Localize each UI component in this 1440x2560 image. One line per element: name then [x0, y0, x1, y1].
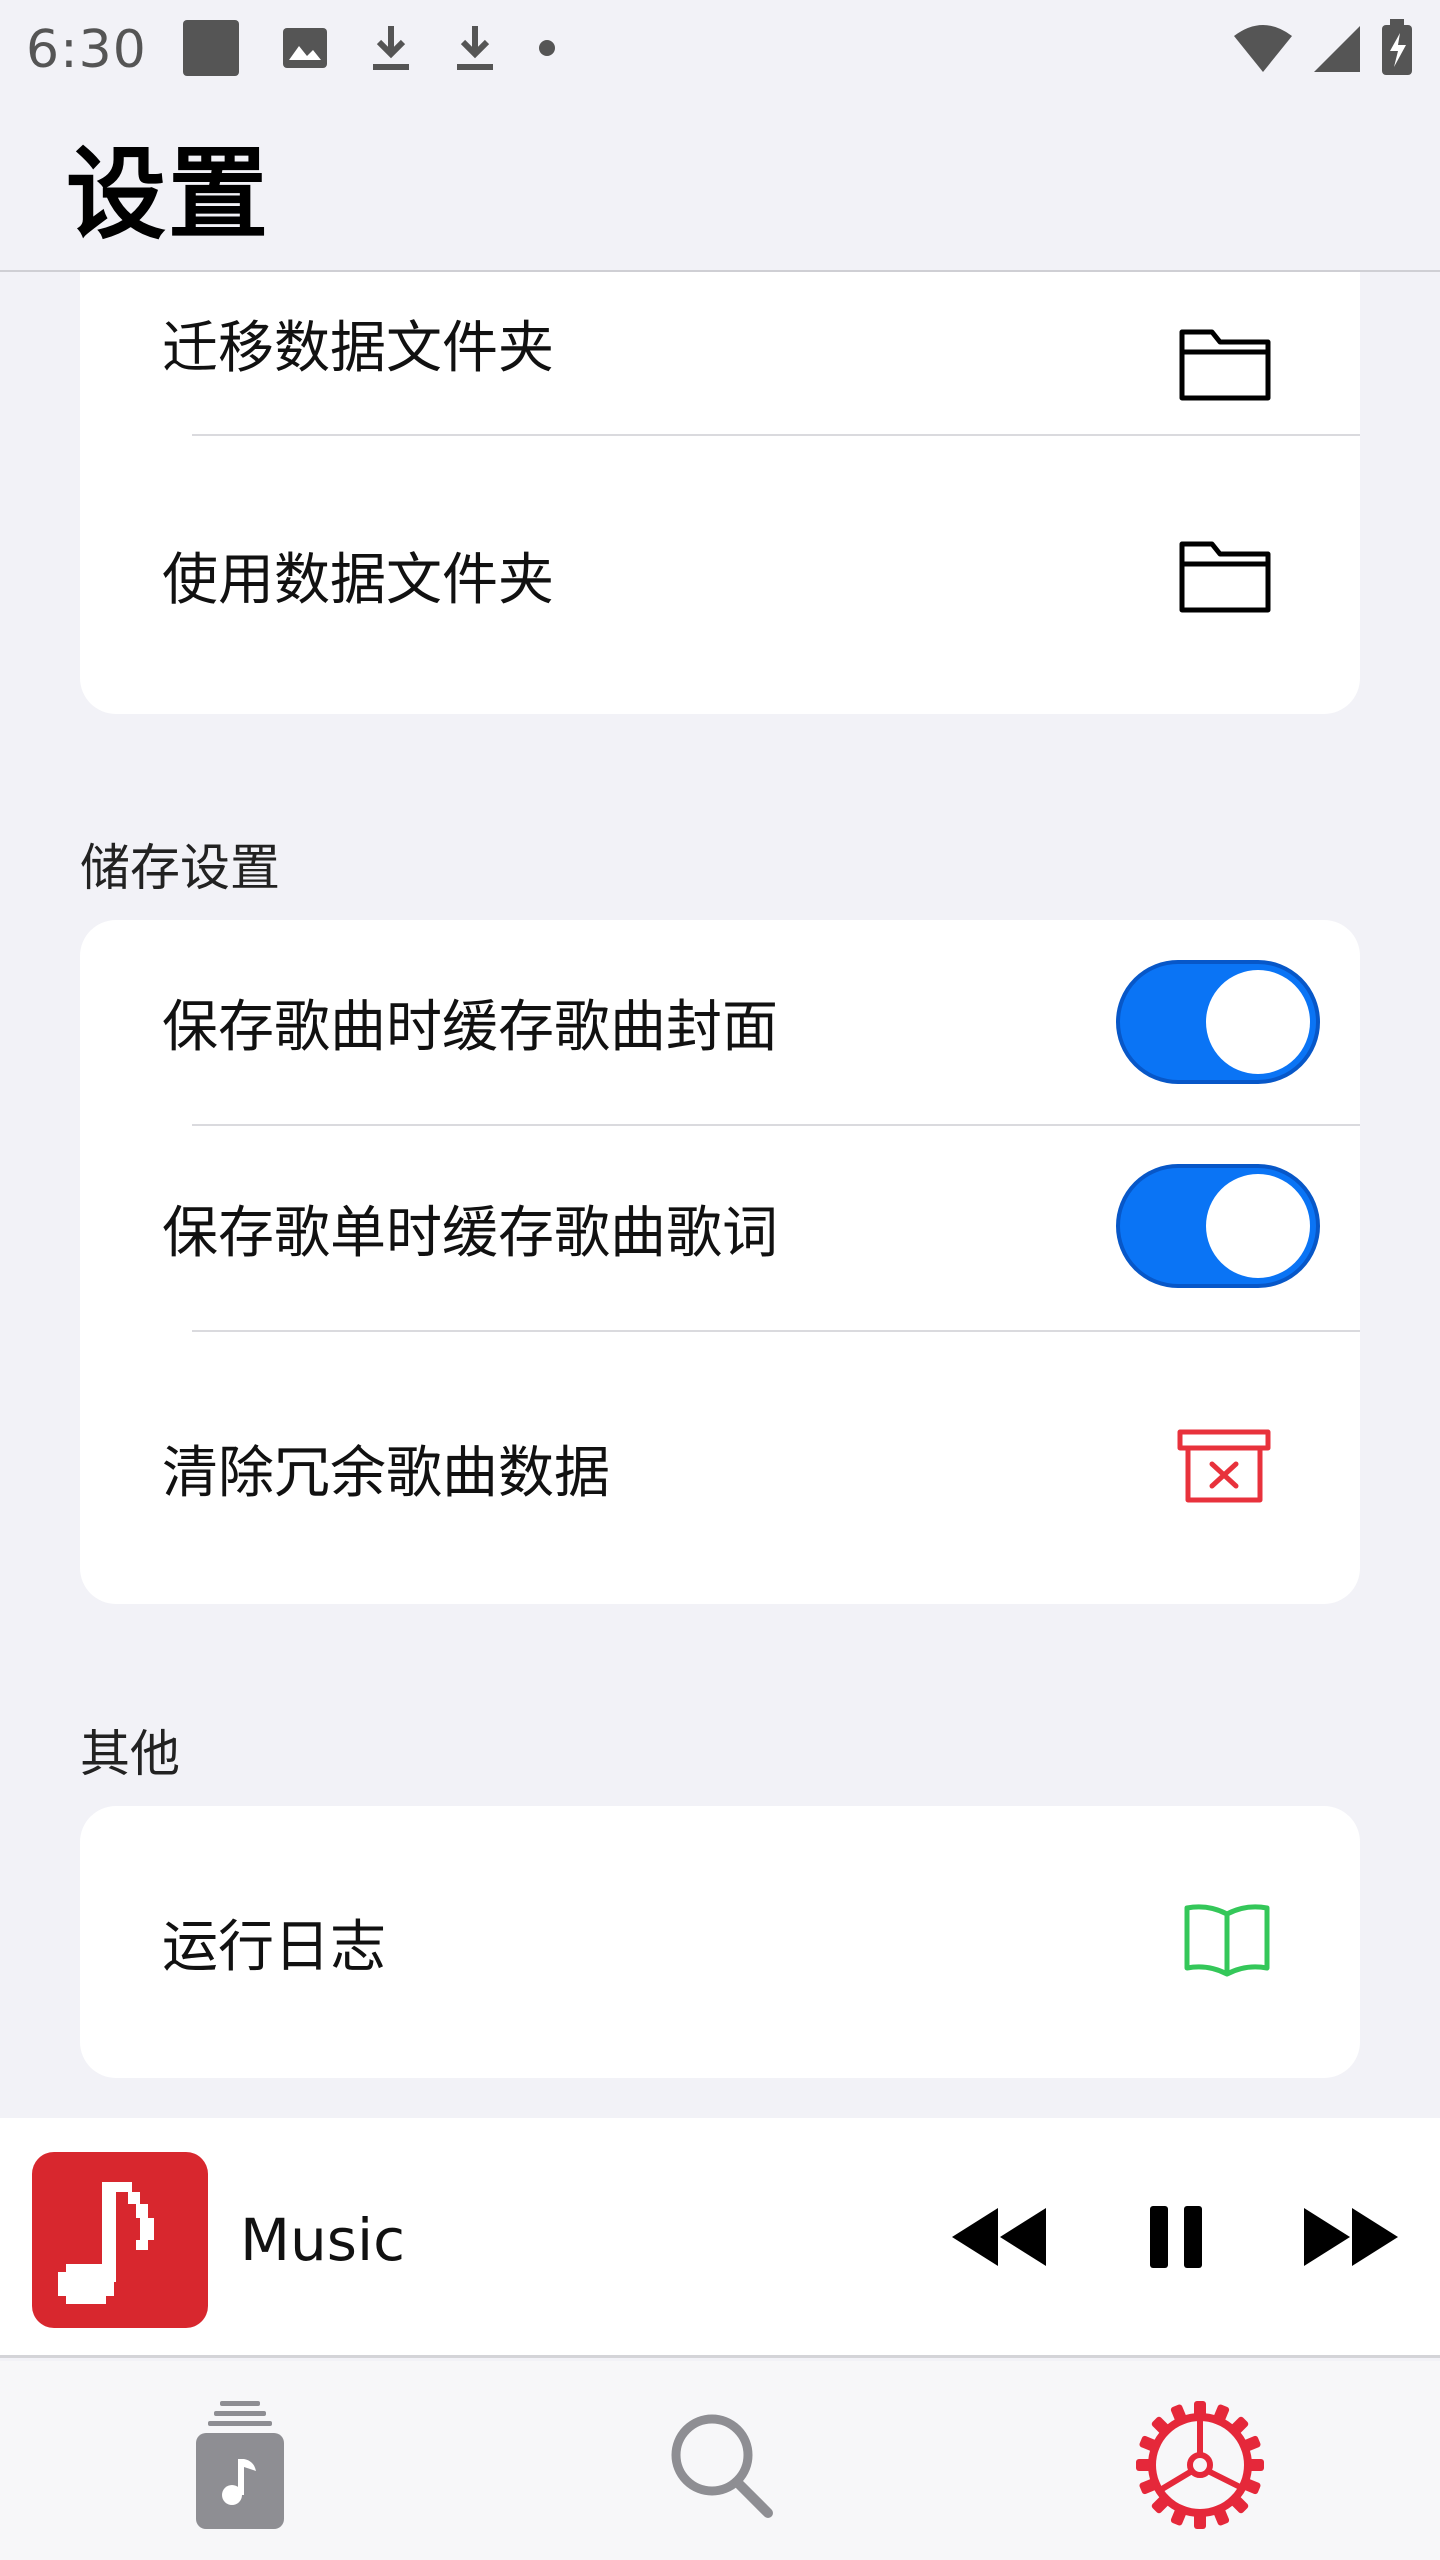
row-label: 保存歌曲时缓存歌曲封面 [162, 994, 778, 1060]
album-art[interactable] [32, 2152, 208, 2328]
toggle-knob [1206, 1174, 1310, 1278]
signal-icon [1312, 22, 1362, 78]
status-time: 6:30 [26, 20, 147, 80]
cache-lyrics-toggle[interactable] [1116, 1164, 1320, 1288]
other-card: 运行日志 [80, 1806, 1360, 2078]
use-data-folder-row[interactable]: 使用数据文件夹 [80, 436, 1360, 714]
cache-lyrics-row[interactable]: 保存歌单时缓存歌曲歌词 [80, 1126, 1360, 1330]
library-icon [196, 2401, 284, 2529]
app-square-icon [181, 18, 241, 82]
row-label: 清除冗余歌曲数据 [162, 1440, 610, 1506]
image-icon [281, 26, 329, 74]
music-note-icon [58, 2182, 154, 2304]
row-label: 运行日志 [162, 1914, 386, 1980]
clear-redundant-data-row[interactable]: 清除冗余歌曲数据 [80, 1332, 1360, 1604]
settings-icon [1136, 2401, 1264, 2529]
rewind-icon[interactable] [948, 2194, 1050, 2284]
pause-icon[interactable] [1148, 2194, 1204, 2284]
status-bar: 6:30 [0, 0, 1440, 100]
book-icon [1182, 1902, 1272, 1982]
page-title: 设置 [66, 135, 270, 253]
tab-bar [0, 2361, 1440, 2560]
folder-icon [1178, 324, 1272, 406]
data-folder-card: 迁移数据文件夹 使用数据文件夹 [80, 272, 1360, 714]
track-title: Music [240, 2206, 406, 2274]
header: 设置 [0, 100, 1440, 272]
wifi-icon [1232, 22, 1294, 78]
tab-settings[interactable] [1130, 2395, 1270, 2535]
row-label: 使用数据文件夹 [162, 547, 554, 613]
dot-icon [537, 38, 557, 62]
battery-icon [1380, 19, 1414, 81]
tab-library[interactable] [170, 2395, 310, 2535]
folder-icon [1178, 536, 1272, 618]
search-icon [671, 2414, 773, 2518]
section-title-other: 其他 [80, 1725, 180, 1783]
storage-settings-card: 保存歌曲时缓存歌曲封面 保存歌单时缓存歌曲歌词 清除冗余歌曲数据 [80, 920, 1360, 1604]
toggle-knob [1206, 970, 1310, 1074]
tab-search[interactable] [650, 2395, 790, 2535]
run-log-row[interactable]: 运行日志 [80, 1806, 1360, 2078]
fast-forward-icon[interactable] [1300, 2194, 1402, 2284]
download-icon [369, 22, 413, 78]
mini-player[interactable]: Music [0, 2118, 1440, 2358]
row-label: 迁移数据文件夹 [162, 315, 554, 381]
download-icon [453, 22, 497, 78]
migrate-data-folder-row[interactable]: 迁移数据文件夹 [80, 272, 1360, 404]
trash-x-icon [1176, 1426, 1272, 1510]
cache-cover-row[interactable]: 保存歌曲时缓存歌曲封面 [80, 920, 1360, 1124]
settings-content[interactable]: 迁移数据文件夹 使用数据文件夹 储存设置 保存歌曲时缓存歌曲封面 保存歌单时缓存… [0, 272, 1440, 2118]
cache-cover-toggle[interactable] [1116, 960, 1320, 1084]
row-label: 保存歌单时缓存歌曲歌词 [162, 1200, 778, 1266]
section-title-storage: 储存设置 [80, 839, 280, 897]
